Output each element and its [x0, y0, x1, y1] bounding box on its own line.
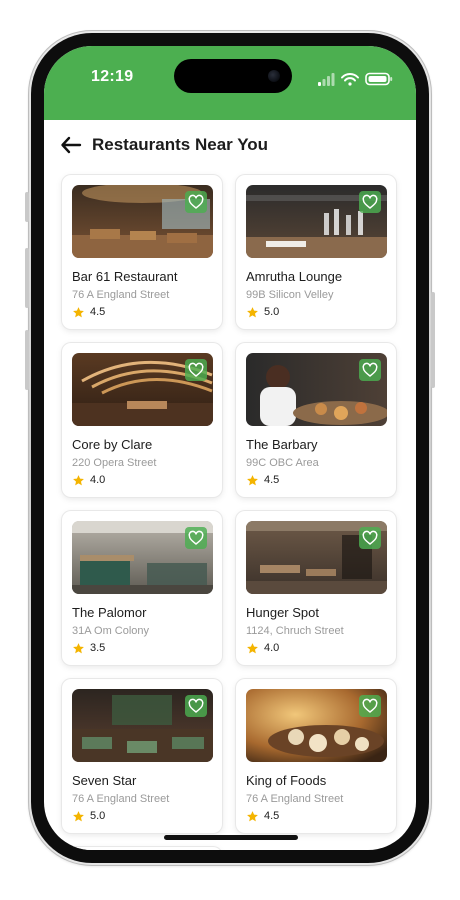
- restaurant-name: Hunger Spot: [246, 605, 319, 620]
- cellular-signal-icon: [318, 73, 335, 86]
- rating-value: 5.0: [90, 810, 106, 822]
- volume-up-button: [25, 248, 29, 308]
- restaurant-photo: [72, 521, 213, 594]
- restaurant-card[interactable]: King of Foods 76 A England Street 4.5: [236, 679, 396, 833]
- restaurant-name: The Palomor: [72, 605, 147, 620]
- restaurant-address: 76 A England Street: [72, 793, 170, 805]
- star-icon: [73, 643, 84, 654]
- rating-value: 4.5: [264, 474, 280, 486]
- power-button: [431, 292, 435, 388]
- restaurant-name: King of Foods: [246, 773, 327, 788]
- heart-outline-icon: [362, 194, 378, 209]
- status-icons-svg: [318, 72, 393, 86]
- heart-outline-icon: [188, 194, 204, 209]
- star-icon: [73, 811, 84, 822]
- dynamic-island: [174, 59, 292, 93]
- phone-bezel: 12:19 Restaurants Near You Bar 61 Restau…: [31, 33, 429, 863]
- star-icon: [73, 307, 84, 318]
- heart-outline-icon: [188, 530, 204, 545]
- volume-down-button: [25, 330, 29, 390]
- restaurant-address: 99B Silicon Velley: [246, 289, 334, 301]
- phone-frame: 12:19 Restaurants Near You Bar 61 Restau…: [25, 30, 435, 866]
- restaurant-address: 99C OBC Area: [246, 457, 319, 469]
- favorite-button[interactable]: [185, 191, 207, 213]
- restaurant-photo: [72, 353, 213, 426]
- star-icon: [247, 643, 258, 654]
- favorite-button[interactable]: [185, 527, 207, 549]
- restaurant-photo: [246, 353, 387, 426]
- restaurant-card[interactable]: Core by Clare 220 Opera Street 4.0: [62, 343, 222, 497]
- restaurant-photo: [72, 185, 213, 258]
- favorite-button[interactable]: [359, 191, 381, 213]
- star-icon: [247, 811, 258, 822]
- restaurant-address: 76 A England Street: [246, 793, 344, 805]
- heart-outline-icon: [362, 362, 378, 377]
- home-indicator[interactable]: [164, 835, 298, 840]
- rating-value: 4.0: [264, 642, 280, 654]
- restaurant-address: 220 Opera Street: [72, 457, 157, 469]
- heart-outline-icon: [188, 698, 204, 713]
- wifi-icon: [341, 73, 359, 86]
- restaurant-name: Core by Clare: [72, 437, 153, 452]
- restaurant-photo: [246, 689, 387, 762]
- status-time: 12:19: [91, 68, 134, 85]
- restaurant-address: 31A Om Colony: [72, 625, 150, 637]
- action-button: [25, 192, 29, 222]
- camera-icon: [268, 70, 280, 82]
- restaurant-card[interactable]: Bar 61 Restaurant 76 A England Street 4.…: [62, 175, 222, 329]
- rating-value: 5.0: [264, 306, 280, 318]
- favorite-button[interactable]: [359, 527, 381, 549]
- restaurant-address: 1124, Chruch Street: [246, 625, 344, 637]
- restaurant-name: Bar 61 Restaurant: [72, 269, 178, 284]
- restaurant-name: The Barbary: [246, 437, 318, 452]
- restaurant-card[interactable]: Seven Star 76 A England Street 5.0: [62, 679, 222, 833]
- star-icon: [247, 307, 258, 318]
- star-icon: [73, 475, 84, 486]
- rating-value: 4.5: [90, 306, 106, 318]
- star-icon: [247, 475, 258, 486]
- restaurant-photo: [72, 689, 213, 762]
- arrow-left-icon[interactable]: [60, 134, 82, 156]
- restaurant-card[interactable]: Hunger Spot 1124, Chruch Street 4.0: [236, 511, 396, 665]
- screen: 12:19 Restaurants Near You Bar 61 Restau…: [44, 46, 416, 850]
- page-header: Restaurants Near You: [44, 120, 416, 175]
- heart-outline-icon: [362, 530, 378, 545]
- restaurant-photo: [246, 185, 387, 258]
- battery-icon: [365, 72, 393, 86]
- restaurant-name: Seven Star: [72, 773, 137, 788]
- restaurant-photo: [246, 521, 387, 594]
- favorite-button[interactable]: [359, 695, 381, 717]
- favorite-button[interactable]: [185, 695, 207, 717]
- restaurant-address: 76 A England Street: [72, 289, 170, 301]
- restaurant-name: Amrutha Lounge: [246, 269, 343, 284]
- heart-outline-icon: [362, 698, 378, 713]
- rating-value: 4.0: [90, 474, 106, 486]
- status-icons: [318, 72, 394, 86]
- restaurant-card[interactable]: Amrutha Lounge 99B Silicon Velley 5.0: [236, 175, 396, 329]
- page-title: Restaurants Near You: [92, 135, 269, 154]
- restaurant-card-partial[interactable]: [62, 847, 222, 850]
- rating-value: 3.5: [90, 642, 106, 654]
- favorite-button[interactable]: [359, 359, 381, 381]
- heart-outline-icon: [188, 362, 204, 377]
- restaurant-card[interactable]: The Barbary 99C OBC Area 4.5: [236, 343, 396, 497]
- restaurant-card[interactable]: The Palomor 31A Om Colony 3.5: [62, 511, 222, 665]
- status-bar: 12:19: [44, 46, 416, 120]
- rating-value: 4.5: [264, 810, 280, 822]
- favorite-button[interactable]: [185, 359, 207, 381]
